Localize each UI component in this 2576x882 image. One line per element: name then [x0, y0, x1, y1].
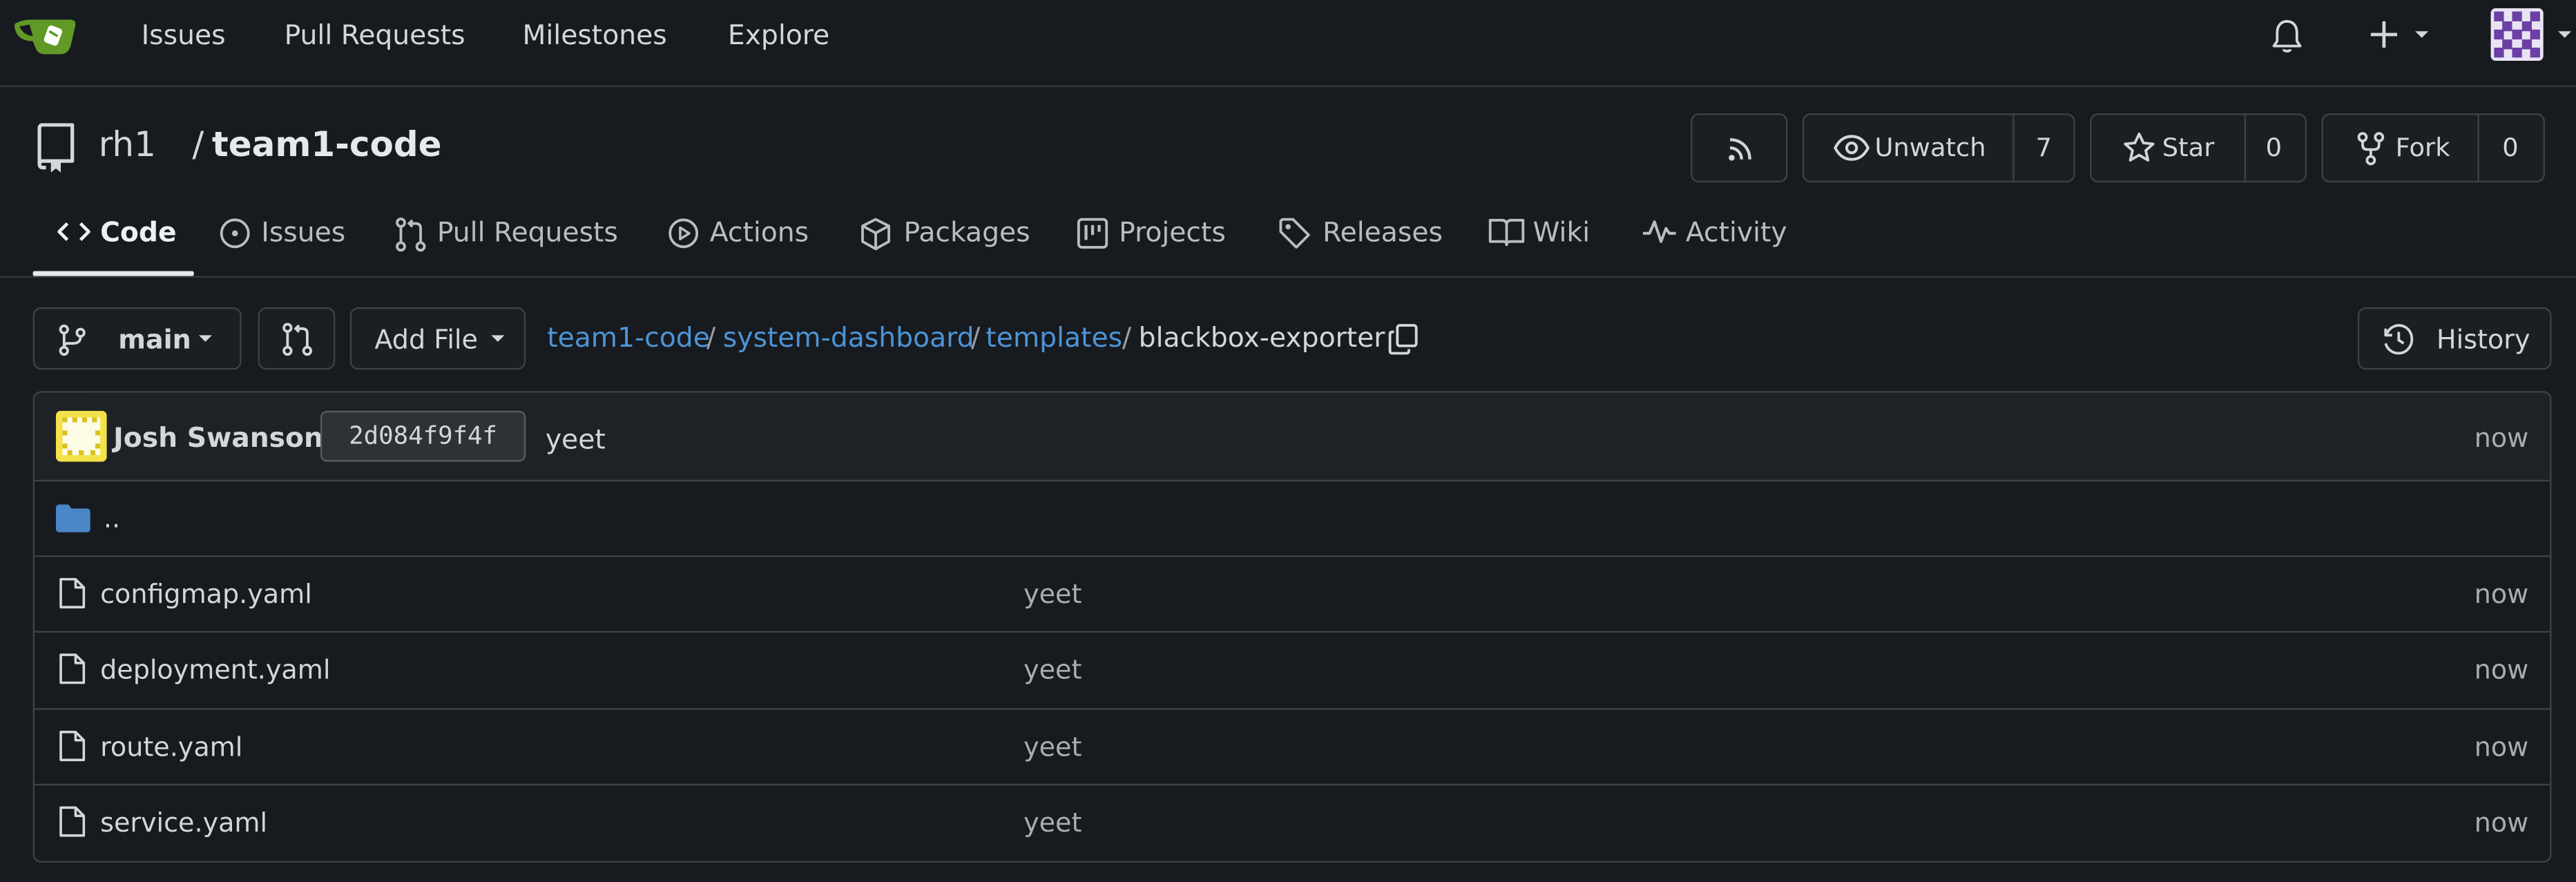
- star-label: Star: [2162, 133, 2215, 163]
- breadcrumb-separator: /: [1122, 322, 1132, 354]
- project-icon: [1077, 218, 1108, 249]
- play-icon: [669, 218, 699, 249]
- avatar[interactable]: [2490, 8, 2576, 61]
- watch-button[interactable]: Unwatch 7: [1802, 113, 2075, 183]
- code-icon: [57, 222, 90, 242]
- breadcrumb-current: blackbox-exporter: [1138, 322, 1385, 354]
- file-list: Josh Swanson 2d084f9f4f yeet now .. conf…: [32, 391, 2552, 863]
- plus-icon[interactable]: [2370, 20, 2435, 50]
- fork-icon: [2357, 132, 2385, 166]
- file-name[interactable]: configmap.yaml: [100, 578, 312, 609]
- nav-link-issues[interactable]: Issues: [142, 20, 226, 53]
- star-count[interactable]: 0: [2266, 133, 2282, 163]
- branch-dropdown[interactable]: main: [32, 307, 242, 370]
- file-row[interactable]: service.yaml yeet now: [34, 783, 2550, 859]
- add-file-dropdown[interactable]: Add File: [349, 307, 526, 370]
- rss-icon: [1729, 138, 1751, 161]
- watch-count[interactable]: 7: [2036, 133, 2052, 163]
- pull-request-icon: [396, 217, 426, 252]
- history-icon: [2384, 324, 2414, 355]
- breadcrumb-separator: /: [706, 322, 716, 354]
- active-tab-indicator: [32, 271, 194, 276]
- file-time: now: [2474, 807, 2529, 838]
- file-icon: [59, 731, 86, 762]
- commit-time: now: [2474, 422, 2529, 454]
- chevron-down-icon: [491, 335, 505, 342]
- bell-icon[interactable]: [2271, 18, 2304, 54]
- top-navbar: Issues Pull Requests Milestones Explore: [0, 0, 2576, 88]
- file-commit-message[interactable]: yeet: [1023, 807, 1082, 838]
- tab-projects-label: Projects: [1119, 217, 1226, 249]
- file-name[interactable]: route.yaml: [100, 731, 242, 763]
- file-row[interactable]: configmap.yaml yeet now: [34, 555, 2550, 631]
- repo-tabs: Code Issues Pull Requests Actions Packag…: [0, 197, 2576, 278]
- file-commit-message[interactable]: yeet: [1023, 578, 1082, 609]
- eye-icon: [1834, 135, 1870, 161]
- history-label: History: [2436, 323, 2530, 355]
- compare-button[interactable]: [258, 307, 336, 370]
- fork-count[interactable]: 0: [2502, 133, 2518, 163]
- repo-icon: [37, 123, 75, 173]
- file-icon: [59, 653, 86, 684]
- package-icon: [861, 218, 890, 251]
- file-time: now: [2474, 731, 2529, 763]
- repo-name-link[interactable]: team1-code: [212, 125, 442, 164]
- parent-directory-row[interactable]: ..: [34, 479, 2550, 555]
- breadcrumb-system-dashboard[interactable]: system-dashboard: [723, 322, 974, 353]
- gitea-logo-icon[interactable]: [13, 10, 76, 59]
- file-commit-message[interactable]: yeet: [1023, 731, 1082, 763]
- parent-directory-link[interactable]: ..: [104, 503, 120, 534]
- repo-separator: /: [192, 124, 204, 164]
- file-icon: [59, 577, 86, 608]
- issue-icon: [220, 218, 250, 249]
- latest-commit-row: Josh Swanson 2d084f9f4f yeet now: [34, 392, 2550, 480]
- breadcrumb-repo[interactable]: team1-code: [547, 322, 710, 353]
- branch-name: main: [118, 323, 191, 355]
- commit-author[interactable]: Josh Swanson: [113, 422, 323, 453]
- breadcrumb-templates[interactable]: templates: [986, 322, 1122, 353]
- fork-button[interactable]: Fork 0: [2321, 113, 2546, 183]
- nav-link-explore[interactable]: Explore: [728, 20, 829, 53]
- repo-owner-link[interactable]: rh1: [99, 125, 156, 164]
- file-name[interactable]: deployment.yaml: [100, 654, 330, 685]
- tab-wiki-label: Wiki: [1532, 217, 1590, 249]
- file-icon: [59, 806, 86, 837]
- avatar[interactable]: [55, 410, 107, 462]
- file-time: now: [2474, 578, 2529, 610]
- nav-link-pull-requests[interactable]: Pull Requests: [285, 20, 465, 53]
- file-time: now: [2474, 653, 2529, 686]
- file-name[interactable]: service.yaml: [100, 807, 267, 838]
- nav-link-milestones[interactable]: Milestones: [523, 20, 667, 53]
- fork-label: Fork: [2395, 133, 2450, 163]
- file-row[interactable]: deployment.yaml yeet now: [34, 631, 2550, 707]
- file-row[interactable]: route.yaml yeet now: [34, 708, 2550, 783]
- tab-activity-label: Activity: [1685, 217, 1787, 249]
- add-file-label: Add File: [374, 323, 478, 355]
- book-icon: [1488, 218, 1525, 247]
- commit-message[interactable]: yeet: [546, 424, 606, 455]
- star-button[interactable]: Star 0: [2090, 113, 2307, 183]
- tab-pull-requests-label: Pull Requests: [436, 217, 618, 249]
- app-root: Issues Pull Requests Milestones Explore: [0, 0, 2576, 882]
- watch-label: Unwatch: [1874, 133, 1986, 163]
- copy-icon[interactable]: [1388, 324, 1418, 355]
- pulse-icon: [1642, 220, 1676, 243]
- tab-releases-label: Releases: [1323, 217, 1443, 249]
- star-icon: [2124, 132, 2155, 162]
- tag-icon: [1279, 218, 1310, 249]
- tab-code-label: Code: [100, 217, 177, 249]
- folder-icon: [55, 504, 90, 533]
- chevron-down-icon: [198, 335, 212, 342]
- rss-button[interactable]: [1690, 113, 1788, 183]
- history-button[interactable]: History: [2357, 307, 2552, 370]
- breadcrumb-separator: /: [970, 322, 981, 354]
- file-commit-message[interactable]: yeet: [1023, 654, 1082, 685]
- commit-sha[interactable]: 2d084f9f4f: [320, 410, 526, 462]
- branch-icon: [59, 324, 86, 356]
- tab-packages-label: Packages: [903, 217, 1030, 249]
- tab-actions-label: Actions: [709, 217, 809, 249]
- tab-issues-label: Issues: [261, 217, 346, 249]
- compare-icon: [282, 323, 313, 356]
